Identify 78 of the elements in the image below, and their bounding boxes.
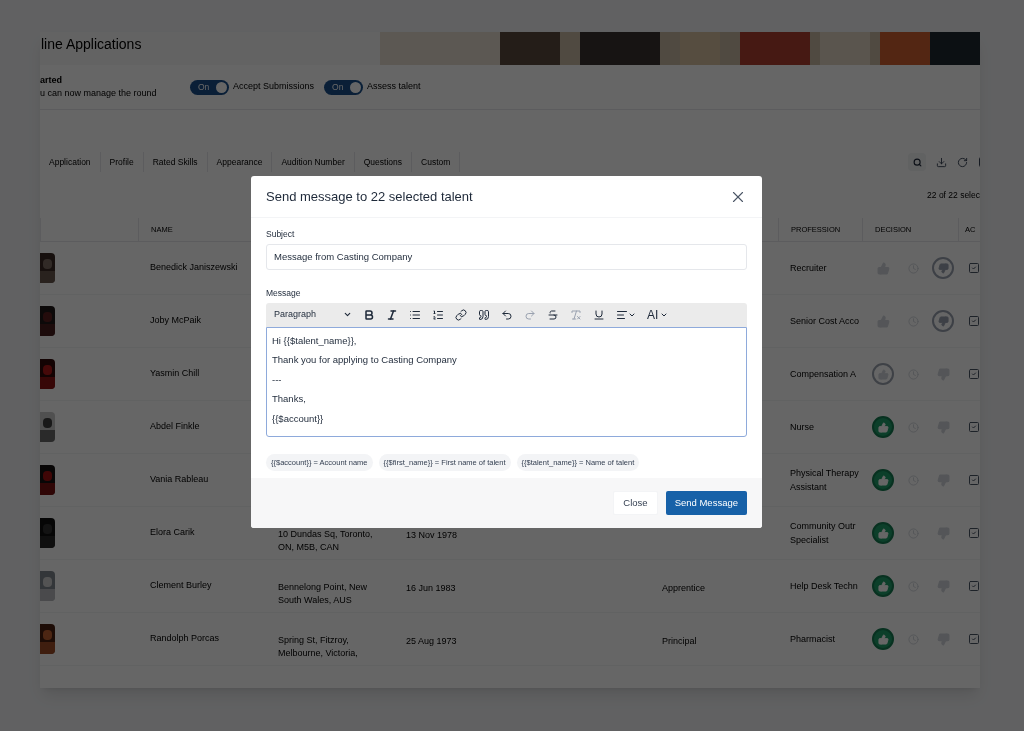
download-icon[interactable]	[936, 156, 947, 168]
selection-count: 22 of 22 selec	[927, 188, 980, 202]
thumbs-down-icon[interactable]	[932, 257, 954, 279]
message-line: Hi {{$talent_name}},	[272, 333, 357, 347]
filter-tab[interactable]: Profile	[100, 151, 144, 173]
table-cell-text: Help Desk Techn	[790, 580, 859, 593]
filter-tab[interactable]: Questions	[354, 151, 412, 173]
field-label: Subject	[266, 228, 296, 241]
italic-icon[interactable]	[386, 308, 398, 321]
caret-icon	[343, 310, 352, 319]
filter-tab[interactable]: Appearance	[207, 151, 273, 173]
table-cell-text: Compensation A	[790, 368, 858, 381]
table-cell-text: Joby McPaik	[149, 314, 203, 328]
table-cell: 25 Aug 1973	[406, 636, 457, 646]
thumbs-up-icon[interactable]	[872, 628, 894, 650]
underline-icon[interactable]	[593, 308, 605, 321]
status-heading: arted	[40, 73, 63, 87]
message-line: Thanks,	[272, 392, 306, 406]
thumbs-up-icon[interactable]	[872, 469, 894, 491]
link-icon[interactable]	[455, 308, 467, 321]
format-dropdown[interactable]: Paragraph	[274, 307, 352, 322]
table-cell: Principal	[662, 636, 697, 646]
table-cell: Apprentice	[662, 583, 706, 593]
bullet-list-icon[interactable]	[409, 308, 421, 321]
table-cell-text: Bennelong Point, New South Wales, AUS	[278, 581, 369, 607]
table-cell-text: Clement Burley	[149, 579, 213, 593]
filter-tab[interactable]: Application	[40, 151, 101, 173]
subject-field[interactable]: Message from Casting Company	[266, 243, 747, 270]
table-cell-text: Vania Rableau	[149, 473, 210, 487]
search-button[interactable]	[908, 153, 926, 171]
table-cell-text: Assistant	[790, 481, 828, 494]
table-cell-text: Abdel Finkle	[149, 420, 201, 434]
status-text: u can now manage the round	[40, 87, 158, 100]
ai-dropdown[interactable]: AI	[647, 305, 669, 324]
strikethrough-icon[interactable]	[547, 308, 559, 321]
message-line: ---	[272, 372, 282, 386]
table-cell: 16 Jun 1983	[406, 583, 456, 593]
page-title: line Applications	[41, 36, 142, 52]
filter-tab[interactable]: Rated Skills	[143, 151, 208, 173]
undo-icon[interactable]	[501, 308, 513, 321]
thumbs-up-icon[interactable]	[872, 522, 894, 544]
table-cell-text: Elora Carik	[149, 526, 196, 540]
table-cell-text: Randolph Porcas	[149, 632, 221, 646]
field-label: Message	[266, 286, 302, 300]
table-cell-text: Specialist	[790, 534, 830, 547]
table-cell-text: Yasmin Chill	[149, 367, 201, 381]
message-line: {{$account}}	[272, 411, 324, 425]
table-cell: 13 Nov 1978	[406, 530, 458, 540]
quote-icon[interactable]	[478, 308, 490, 321]
filter-tab[interactable]: Audition Number	[272, 151, 355, 173]
send-button[interactable]: Send Message	[665, 491, 747, 515]
dialog-title: Send message to 22 selected talent	[266, 187, 473, 206]
toggle-label: Accept Submissions	[233, 80, 315, 94]
thumbs-down-icon[interactable]	[932, 310, 954, 332]
thumbs-up-icon[interactable]	[872, 575, 894, 597]
table-cell-text: Recruiter	[790, 262, 828, 275]
table-cell-text: 10 Dundas Sq, Toronto, ON, M5B, CAN	[278, 528, 374, 554]
toggle-label: Assess talent	[367, 80, 421, 94]
search-icon	[912, 157, 922, 167]
message-editor[interactable]: Hi {{$talent_name}}, Thank you for applying to Casting Company --- Thanks, {{$account}}	[266, 326, 747, 437]
thumbs-up-icon[interactable]	[872, 363, 894, 385]
table-cell-text: Physical Therapy	[790, 467, 860, 480]
thumbs-up-icon[interactable]	[872, 416, 894, 438]
table-cell-text: Community Outr	[790, 520, 857, 533]
filter-tab[interactable]: Custom	[412, 151, 461, 173]
table-cell-text: Spring St, Fitzroy, Melbourne, Victoria,	[278, 634, 359, 660]
numbered-list-icon[interactable]	[432, 308, 444, 321]
align-icon[interactable]	[616, 308, 636, 321]
toggle-switch[interactable]: On	[324, 79, 364, 95]
table-cell-text: Nurse	[790, 421, 815, 434]
table-cell-text: Pharmacist	[790, 633, 836, 646]
close-button[interactable]: Close	[613, 491, 658, 515]
table-cell-text: Senior Cost Acco	[790, 315, 861, 328]
bold-icon[interactable]	[363, 308, 375, 321]
message-line: Thank you for applying to Casting Company	[272, 353, 457, 367]
toggle-switch[interactable]: On	[190, 79, 229, 95]
table-cell-text: Benedick Janiszewski	[149, 261, 239, 275]
refresh-icon[interactable]	[957, 156, 968, 168]
